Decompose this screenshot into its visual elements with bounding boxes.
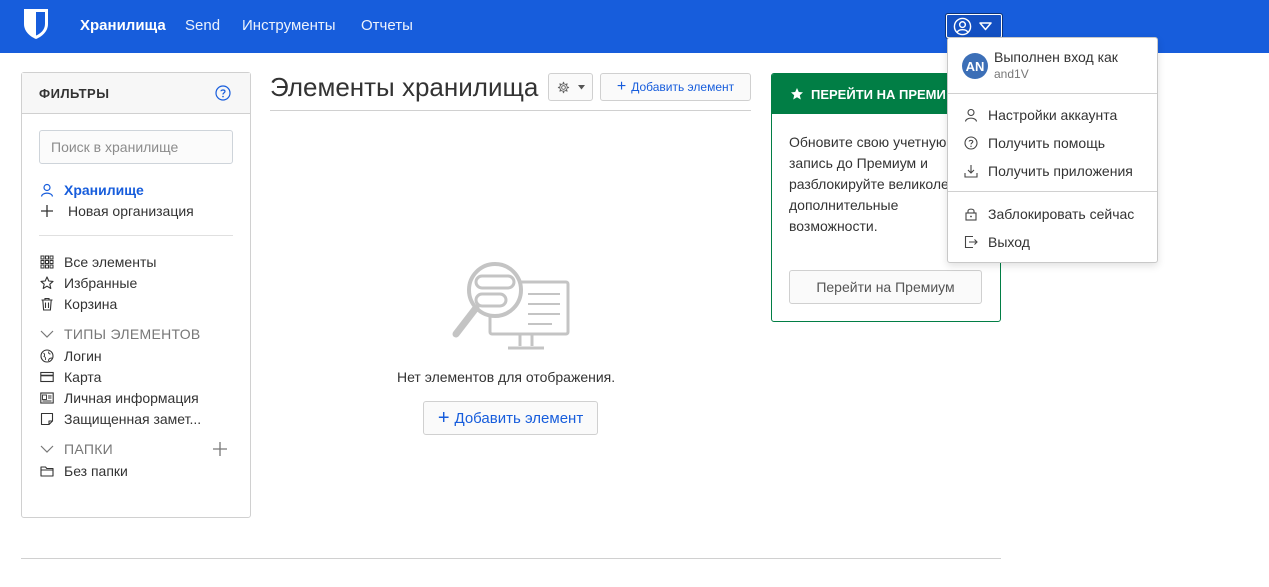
credit-card-icon [40,371,54,382]
filter-folders-header: ПАПКИ [64,440,114,457]
star-icon [791,88,803,100]
sticky-note-icon [40,412,54,425]
id-card-icon [40,391,54,404]
gear-icon [557,81,570,94]
star-icon [40,275,54,289]
lock-icon [965,208,977,221]
nav-send[interactable]: Send [185,17,220,34]
chevron-down-icon [40,445,54,453]
filter-vault-label: Хранилище [64,181,144,198]
add-item-button-top-label: Добавить элемент [631,80,735,94]
go-premium-button[interactable]: Перейти на Премиум [789,270,982,304]
filter-no-folder-label: Без папки [64,462,128,479]
filter-trash[interactable]: Корзина [40,294,117,313]
filter-divider [39,235,233,236]
trash-icon [41,297,53,311]
filter-type-card[interactable]: Карта [40,367,101,386]
username-label: and1V [994,67,1029,81]
filter-vault[interactable]: Хранилище [40,180,144,199]
filter-trash-label: Корзина [64,295,118,312]
plus-icon: + [616,78,627,95]
globe-icon [40,348,54,363]
question-circle-icon [964,136,978,150]
user-circle-icon [953,17,972,36]
download-icon [964,165,978,178]
filter-new-organization[interactable]: Новая организация [40,201,194,220]
vault-options-button[interactable] [548,73,593,101]
filter-favorites[interactable]: Избранные [40,273,137,292]
add-item-button-main[interactable]: + Добавить элемент [423,401,598,435]
sign-out-icon [964,235,978,249]
filter-all-items-label: Все элементы [64,253,157,270]
nav-tools[interactable]: Инструменты [242,17,336,34]
avatar: AN [962,53,988,79]
add-item-button-main-label: Добавить элемент [454,409,584,427]
chevron-down-icon [40,330,54,338]
page-title: Элементы хранилища [270,72,539,102]
help-circle-icon[interactable] [215,85,231,101]
menu-divider [948,93,1157,94]
menu-get-apps[interactable]: Получить приложения [964,161,1133,181]
filter-type-secure-note-label: Защищенная замет... [64,410,202,427]
filters-panel: ФИЛЬТРЫ Хранилище Новая организация Все … [21,72,251,518]
empty-state-text: Нет элементов для отображения. [397,369,616,385]
menu-get-help[interactable]: Получить помощь [964,133,1105,153]
user-icon [964,108,978,122]
filter-all-items[interactable]: Все элементы [40,252,156,271]
folder-icon [40,465,54,477]
menu-account-settings[interactable]: Настройки аккаунта [964,105,1117,125]
add-item-button-top[interactable]: + Добавить элемент [600,73,751,101]
menu-logout[interactable]: Выход [964,232,1030,252]
filter-type-login[interactable]: Логин [40,346,102,365]
vault-search-input[interactable] [39,130,233,164]
filter-folders-group[interactable]: ПАПКИ [40,439,113,458]
filters-header: ФИЛЬТРЫ [22,73,250,114]
add-folder-plus-icon[interactable] [212,441,228,457]
menu-lock-now[interactable]: Заблокировать сейчас [964,204,1134,224]
caret-down-icon [578,85,585,90]
caret-down-icon [979,22,992,31]
filter-types-header: ТИПЫ ЭЛЕМЕНТОВ [64,325,201,342]
grid-icon [40,255,54,268]
filter-type-card-label: Карта [64,368,102,385]
plus-icon [41,204,53,217]
menu-logout-label: Выход [988,234,1030,250]
menu-divider [948,191,1157,192]
filter-new-organization-label: Новая организация [68,202,194,219]
no-items-search-illustration-icon [452,262,570,350]
account-dropdown-menu: AN Выполнен вход как and1V Настройки акк… [947,37,1158,263]
plus-icon: + [437,407,450,429]
menu-get-apps-label: Получить приложения [988,163,1133,179]
bitwarden-logo-icon[interactable] [22,8,50,40]
menu-account-settings-label: Настройки аккаунта [988,107,1118,123]
filter-types-group[interactable]: ТИПЫ ЭЛЕМЕНТОВ [40,324,201,343]
filter-type-secure-note[interactable]: Защищенная замет... [40,409,201,428]
filters-title: ФИЛЬТРЫ [39,86,110,101]
logged-in-as-label: Выполнен вход как [994,49,1118,65]
filter-type-login-label: Логин [64,347,102,364]
filter-no-folder[interactable]: Без папки [40,461,128,480]
filter-type-identity-label: Личная информация [64,389,199,406]
user-icon [40,183,54,197]
premium-card-title: ПЕРЕЙТИ НА ПРЕМИ [811,86,946,102]
menu-get-help-label: Получить помощь [988,135,1106,151]
account-menu-button[interactable] [945,13,1003,39]
menu-lock-now-label: Заблокировать сейчас [988,206,1135,222]
footer-divider [21,558,1001,559]
filter-type-identity[interactable]: Личная информация [40,388,199,407]
nav-vaults[interactable]: Хранилища [80,17,166,34]
filter-favorites-label: Избранные [64,274,138,291]
nav-reports[interactable]: Отчеты [361,17,413,34]
title-divider [270,110,751,111]
